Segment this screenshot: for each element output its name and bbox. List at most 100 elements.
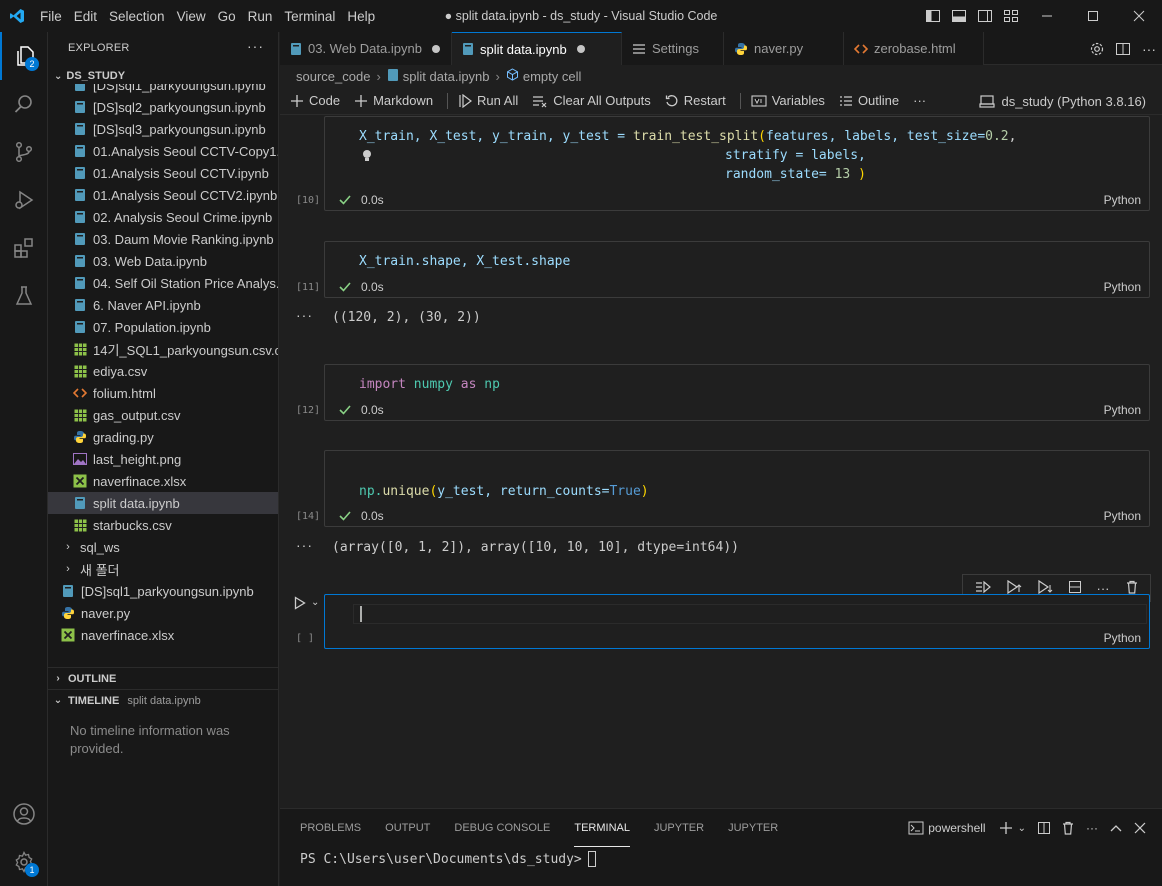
menu-help[interactable]: Help — [341, 9, 381, 24]
unsaved-dot-icon[interactable] — [576, 45, 585, 53]
split-terminal-icon[interactable] — [1032, 821, 1056, 835]
minimize-icon[interactable] — [1024, 0, 1070, 32]
search-icon[interactable] — [0, 80, 48, 128]
workspace-title[interactable]: DS_STUDY — [66, 70, 125, 82]
code-cell-12[interactable]: import numpy as np 0.0s Python — [324, 364, 1150, 421]
file-item[interactable]: 01.Analysis Seoul CCTV2.ipynb — [48, 184, 278, 206]
maximize-panel-chevron-up-icon[interactable] — [1104, 823, 1128, 833]
variables-button[interactable]: Variables — [751, 93, 825, 108]
outline-section[interactable]: › OUTLINE — [48, 667, 278, 689]
file-item[interactable]: 07. Population.ipynb — [48, 316, 278, 338]
file-item[interactable]: grading.py — [48, 426, 278, 448]
menu-view[interactable]: View — [171, 9, 212, 24]
folder-item[interactable]: › sql_ws — [48, 536, 278, 558]
breadcrumb-folder[interactable]: source_code — [296, 69, 370, 84]
menu-go[interactable]: Go — [212, 9, 242, 24]
tab-jupyter-2[interactable]: JUPYTER — [728, 809, 778, 847]
file-item[interactable]: 04. Self Oil Station Price Analys... — [48, 272, 278, 294]
more-actions-icon[interactable]: ··· — [1136, 41, 1162, 57]
cell-10-line-3[interactable]: random_state= 13 ) — [725, 167, 866, 182]
folder-item[interactable]: › 새 폴더 — [48, 558, 278, 580]
run-debug-icon[interactable] — [0, 176, 48, 224]
run-cell-icon[interactable] — [294, 596, 306, 613]
panel-more-icon[interactable]: ··· — [1080, 821, 1104, 835]
lightbulb-icon[interactable] — [361, 149, 373, 166]
file-item[interactable]: ediya.csv — [48, 360, 278, 382]
cell-14-language[interactable]: Python — [1104, 509, 1141, 523]
add-markdown-button[interactable]: Markdown — [354, 93, 433, 108]
chevron-down-icon[interactable]: ⌄ — [54, 71, 62, 82]
run-options-chevron-icon[interactable]: ⌄ — [311, 597, 319, 608]
tab-output[interactable]: OUTPUT — [385, 809, 430, 847]
cell-11-line-1[interactable]: X_train.shape, X_test.shape — [359, 254, 570, 269]
split-editor-icon[interactable] — [1110, 41, 1136, 57]
run-all-button[interactable]: Run All — [458, 93, 518, 108]
tab-debug-console[interactable]: DEBUG CONSOLE — [454, 809, 550, 847]
outline-button[interactable]: Outline — [839, 93, 899, 108]
tab-03-web-data-ipynb[interactable]: 03. Web Data.ipynb — [280, 32, 452, 65]
cell-11-language[interactable]: Python — [1104, 280, 1141, 294]
file-item[interactable]: 03. Web Data.ipynb — [48, 250, 278, 272]
explorer-more-icon[interactable]: ··· — [247, 38, 264, 54]
toggle-primary-sidebar-icon[interactable] — [920, 0, 946, 32]
breadcrumb-cell[interactable]: empty cell — [523, 69, 582, 84]
file-item[interactable]: starbucks.csv — [48, 514, 278, 536]
menu-selection[interactable]: Selection — [103, 9, 171, 24]
empty-cell-language[interactable]: Python — [1104, 631, 1141, 645]
file-item[interactable]: naverfinace.xlsx — [48, 624, 278, 646]
tab-split-data-ipynb[interactable]: split data.ipynb — [452, 32, 622, 65]
cell-14-line-1[interactable]: np.unique(y_test, return_counts=True) — [359, 484, 649, 499]
file-item[interactable]: 03. Daum Movie Ranking.ipynb — [48, 228, 278, 250]
kernel-picker[interactable]: ds_study (Python 3.8.16) — [979, 87, 1146, 115]
toolbar-more-button[interactable]: ··· — [913, 93, 926, 108]
code-cell-10[interactable]: X_train, X_test, y_train, y_test = train… — [324, 116, 1150, 211]
menu-run[interactable]: Run — [242, 9, 279, 24]
tab-settings[interactable]: Settings — [622, 32, 724, 65]
file-item[interactable]: naver.py — [48, 602, 278, 624]
maximize-icon[interactable] — [1070, 0, 1116, 32]
terminal-content[interactable]: PS C:\Users\user\Documents\ds_study> — [300, 851, 596, 867]
settings-gear-icon[interactable] — [1084, 41, 1110, 57]
file-item[interactable]: 01.Analysis Seoul CCTV-Copy1.... — [48, 140, 278, 162]
tab-problems[interactable]: PROBLEMS — [300, 809, 361, 847]
new-terminal-icon[interactable] — [994, 821, 1018, 835]
unsaved-dot-icon[interactable] — [431, 44, 440, 53]
file-item[interactable]: [DS]sql3_parkyoungsun.ipynb — [48, 118, 278, 140]
file-item[interactable]: 01.Analysis Seoul CCTV.ipynb — [48, 162, 278, 184]
cell-12-language[interactable]: Python — [1104, 403, 1141, 417]
code-cell-empty[interactable]: Python — [324, 594, 1150, 649]
restart-button[interactable]: Restart — [665, 93, 726, 108]
tab-naver-py[interactable]: naver.py — [724, 32, 844, 65]
close-icon[interactable] — [1116, 0, 1162, 32]
cell-10-line-1[interactable]: X_train, X_test, y_train, y_test = train… — [359, 129, 1016, 144]
cell-12-line-1[interactable]: import numpy as np — [359, 377, 500, 392]
file-item[interactable]: naverfinace.xlsx — [48, 470, 278, 492]
timeline-section[interactable]: ⌄ TIMELINE split data.ipynb — [48, 689, 278, 711]
menu-edit[interactable]: Edit — [68, 9, 103, 24]
menu-file[interactable]: File — [34, 9, 68, 24]
tab-zerobase-html[interactable]: zerobase.html — [844, 32, 984, 65]
source-control-icon[interactable] — [0, 128, 48, 176]
breadcrumb-file[interactable]: split data.ipynb — [403, 69, 490, 84]
terminal-shell-label[interactable]: powershell — [928, 821, 985, 835]
add-code-button[interactable]: Code — [290, 93, 340, 108]
file-item[interactable]: [DS]sql1_parkyoungsun.ipynb — [48, 580, 278, 602]
file-item[interactable]: 02. Analysis Seoul Crime.ipynb — [48, 206, 278, 228]
manage-gear-icon[interactable]: 1 — [0, 838, 48, 886]
toggle-panel-icon[interactable] — [946, 0, 972, 32]
file-item[interactable]: 14기_SQL1_parkyoungsun.csv.c... — [48, 338, 278, 360]
file-item[interactable]: [DS]sql1_parkyoungsun.ipynb — [48, 84, 278, 96]
file-item[interactable]: folium.html — [48, 382, 278, 404]
output-more-icon[interactable]: ··· — [296, 537, 313, 553]
cell-editor-input[interactable] — [353, 604, 1147, 624]
file-item[interactable]: last_height.png — [48, 448, 278, 470]
cell-10-language[interactable]: Python — [1104, 193, 1141, 207]
close-panel-icon[interactable] — [1128, 822, 1152, 834]
file-item[interactable]: [DS]sql2_parkyoungsun.ipynb — [48, 96, 278, 118]
account-icon[interactable] — [0, 790, 48, 838]
menu-terminal[interactable]: Terminal — [278, 9, 341, 24]
testing-flask-icon[interactable] — [0, 272, 48, 320]
terminal-dropdown-chevron-icon[interactable]: ⌄ — [1018, 823, 1026, 834]
file-item[interactable]: split data.ipynb — [48, 492, 278, 514]
output-more-icon[interactable]: ··· — [296, 307, 313, 323]
